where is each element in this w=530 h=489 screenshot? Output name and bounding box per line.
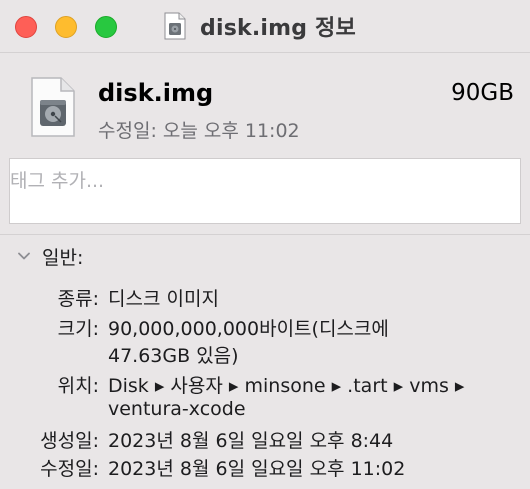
kind-value: 디스크 이미지 [108,288,219,310]
tags-input[interactable]: 태그 추가... [9,158,521,224]
modified-label: 수정일: [40,458,99,480]
close-window-button[interactable] [15,16,37,38]
file-size: 90GB [451,80,514,106]
minimize-window-button[interactable] [55,16,77,38]
size-label: 크기: [57,318,99,340]
tags-placeholder: 태그 추가... [10,170,105,192]
divider [0,52,530,53]
kind-label: 종류: [57,288,99,310]
created-label: 생성일: [40,430,99,452]
title-bar[interactable]: disk.img 정보 [0,0,530,52]
where-path-continued: ventura-xcode [108,398,246,420]
window-title-group: disk.img 정보 [164,10,356,42]
window-title: disk.img 정보 [200,16,356,41]
disk-image-icon [31,77,75,137]
zoom-window-button[interactable] [95,16,117,38]
created-value: 2023년 8월 6일 일요일 오후 8:44 [108,430,394,452]
disk-image-icon [164,12,186,40]
modified-value: 2023년 8월 6일 일요일 오후 11:02 [108,458,406,480]
modified-summary: 수정일: 오늘 오후 11:02 [98,120,300,142]
file-name: disk.img [98,79,214,107]
divider [0,234,530,235]
chevron-down-icon[interactable] [16,248,32,264]
general-section-toggle[interactable]: 일반: [16,242,83,270]
general-section-label: 일반: [42,246,84,269]
size-value-continued: 47.63GB 있음) [108,345,239,367]
size-value: 90,000,000,000바이트(디스크에 [108,318,389,340]
where-label: 위치: [57,375,99,397]
where-path: Disk ▸ 사용자 ▸ minsone ▸ .tart ▸ vms ▸ [108,375,465,397]
